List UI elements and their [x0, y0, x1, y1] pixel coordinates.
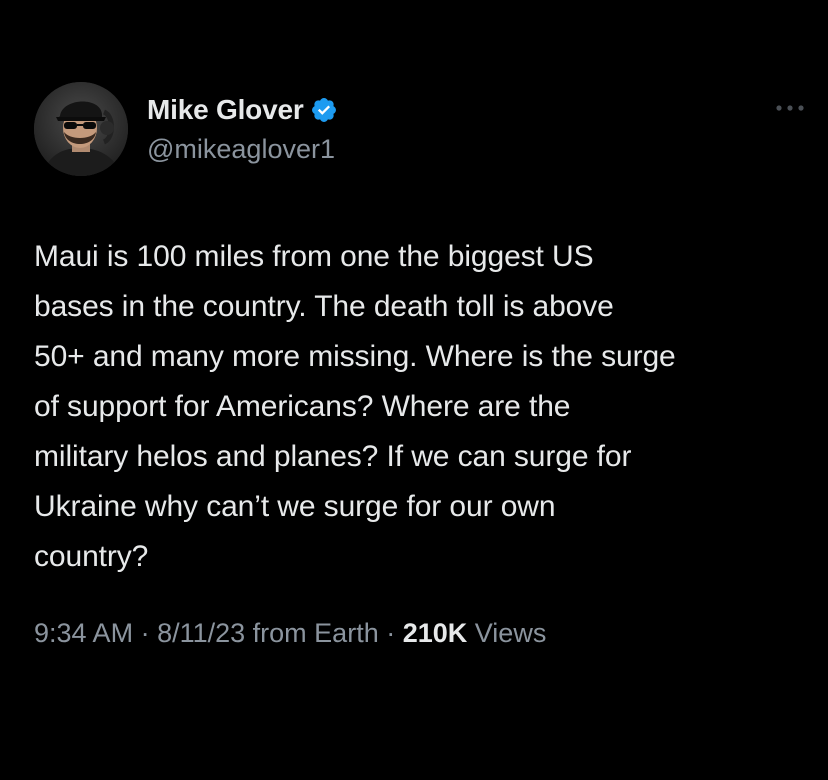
user-handle[interactable]: @mikeaglover1 — [147, 134, 338, 165]
more-options-button[interactable] — [770, 98, 810, 118]
user-photo-avatar-icon — [34, 82, 128, 176]
author-block: Mike Glover @mikeaglover1 — [147, 92, 338, 165]
views-label: Views — [474, 618, 547, 648]
avatar[interactable] — [34, 82, 128, 176]
name-row: Mike Glover — [147, 92, 338, 128]
views-count[interactable]: 210K — [403, 618, 468, 648]
tweet-card: Mike Glover @mikeaglover1 Maui is 100 mi… — [0, 0, 828, 780]
tweet-time[interactable]: 9:34 AM — [34, 618, 133, 648]
more-options-icon — [776, 105, 804, 111]
tweet-text: Maui is 100 miles from one the biggest U… — [34, 240, 676, 573]
tweet-meta: 9:34 AM · 8/11/23 from Earth · 210K View… — [34, 618, 547, 648]
verified-badge-icon[interactable] — [310, 96, 338, 124]
display-name[interactable]: Mike Glover — [147, 94, 304, 126]
tweet-source: from Earth — [252, 618, 379, 648]
tweet-date[interactable]: 8/11/23 — [157, 618, 245, 648]
